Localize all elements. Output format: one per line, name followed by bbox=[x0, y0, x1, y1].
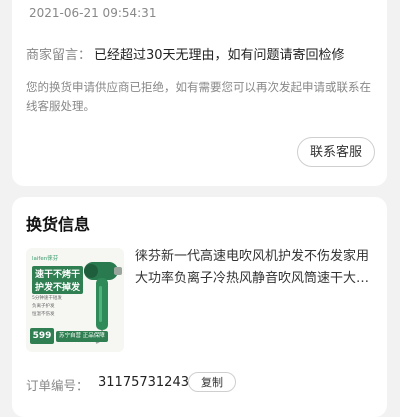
product-image-tagline-2: 护发不掉发 bbox=[32, 279, 84, 294]
exchange-info-card: 换货信息 laifen徕芬 速干不烤干 护发不掉发 5分钟速干短发 负离子护发 … bbox=[12, 197, 387, 417]
product-image-badge: 苏宁自营 正品保障 bbox=[56, 331, 108, 342]
copy-button[interactable]: 复制 bbox=[188, 372, 236, 392]
product-title[interactable]: 徕芬新一代高速电吹风机护发不伤发家用大功率负离子冷热风静音吹风筒速干大功率 bbox=[135, 246, 375, 290]
merchant-message: 已经超过30天无理由，如有问题请寄回检修 bbox=[94, 48, 345, 63]
product-image-feature: 恒温不伤发 bbox=[32, 312, 55, 317]
product-image-brand: laifen徕芬 bbox=[32, 256, 59, 262]
order-number: 31175731243 bbox=[98, 375, 189, 390]
timestamp: 2021-06-21 09:54:31 bbox=[29, 6, 157, 20]
rejection-notice: 您的换货申请供应商已拒绝，如有需要您可以再次发起申请或联系在线客服处理。 bbox=[26, 80, 371, 113]
product-image[interactable]: laifen徕芬 速干不烤干 护发不掉发 5分钟速干短发 负离子护发 恒温不伤发… bbox=[26, 248, 124, 352]
product-image-price: 599 bbox=[30, 328, 54, 344]
rejection-card: 2021-06-21 09:54:31 商家留言： 已经超过30天无理由，如有问… bbox=[12, 0, 387, 186]
product-image-feature: 5分钟速干短发 bbox=[32, 296, 62, 301]
order-number-label: 订单编号： bbox=[26, 378, 89, 393]
merchant-message-label: 商家留言： bbox=[26, 48, 92, 63]
section-title: 换货信息 bbox=[26, 215, 91, 234]
product-image-feature: 负离子护发 bbox=[32, 304, 55, 309]
contact-support-button[interactable]: 联系客服 bbox=[297, 137, 375, 167]
